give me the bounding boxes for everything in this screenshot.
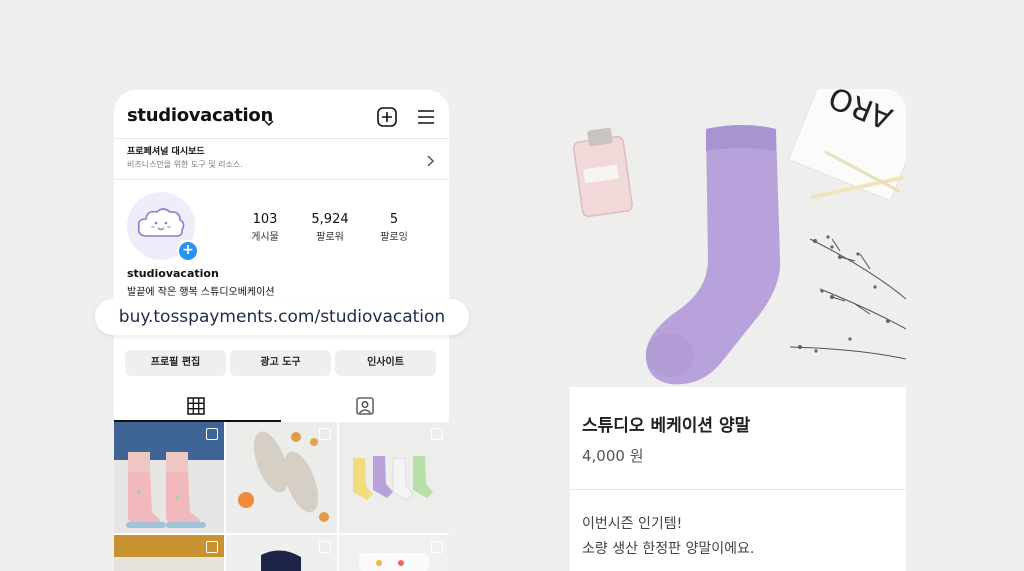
multiple-photos-icon [431, 541, 443, 553]
professional-dashboard-link[interactable]: 프로페셔널 대시보드 비즈니스만을 위한 도구 및 리소스. [114, 138, 449, 180]
post-grid [114, 422, 449, 571]
insights-button[interactable]: 인사이트 [335, 350, 436, 376]
product-description-line: 이번시즌 인기템! [582, 516, 683, 532]
profile-header: studiovacation [114, 90, 449, 138]
payment-link[interactable]: buy.tosspayments.com/studiovacation [95, 299, 469, 335]
post-thumbnail[interactable] [339, 535, 449, 571]
post-thumbnail[interactable] [226, 535, 337, 571]
chevron-down-icon[interactable] [264, 112, 274, 131]
grid-icon[interactable] [187, 397, 205, 419]
profile-action-buttons: 프로필 편집 광고 도구 인사이트 [125, 350, 438, 376]
multiple-photos-icon [319, 541, 331, 553]
post-thumbnail[interactable] [114, 422, 224, 533]
chevron-right-icon [427, 152, 435, 171]
product-name: 스튜디오 베케이션 양말 [582, 416, 751, 436]
add-post-icon[interactable] [377, 107, 397, 131]
multiple-photos-icon [431, 428, 443, 440]
multiple-photos-icon [319, 428, 331, 440]
posts-count[interactable]: 103 게시물 [235, 212, 295, 243]
product-image: ARO [570, 89, 906, 387]
profile-tabs [114, 390, 449, 422]
profile-bio: 발끝에 작은 행복 스튜디오베케이션 [127, 287, 275, 298]
ad-tools-button[interactable]: 광고 도구 [230, 350, 331, 376]
following-count[interactable]: 5 팔로잉 [364, 212, 424, 243]
profile-display-name: studiovacation [127, 267, 219, 280]
post-thumbnail[interactable] [339, 422, 449, 533]
multiple-photos-icon [206, 541, 218, 553]
post-thumbnail[interactable] [226, 422, 337, 533]
divider [570, 489, 906, 490]
add-story-icon[interactable]: + [177, 240, 199, 262]
edit-profile-button[interactable]: 프로필 편집 [125, 350, 226, 376]
menu-icon[interactable] [417, 109, 435, 129]
pro-dashboard-subtitle: 비즈니스만을 위한 도구 및 리소스. [127, 160, 243, 169]
product-price: 4,000 원 [582, 447, 644, 465]
multiple-photos-icon [206, 428, 218, 440]
post-thumbnail[interactable] [114, 535, 224, 571]
tagged-icon[interactable] [356, 397, 374, 419]
pro-dashboard-title: 프로페셔널 대시보드 [127, 147, 205, 157]
product-page-screen: ARO 스튜디오 베케이션 양말 4,000 원 이번시즌 인기템! 소량 생산… [570, 89, 906, 571]
product-description-line: 소량 생산 한정판 양말이에요. [582, 541, 755, 557]
username-switcher[interactable]: studiovacation [127, 105, 273, 126]
followers-count[interactable]: 5,924 팔로워 [300, 212, 360, 243]
